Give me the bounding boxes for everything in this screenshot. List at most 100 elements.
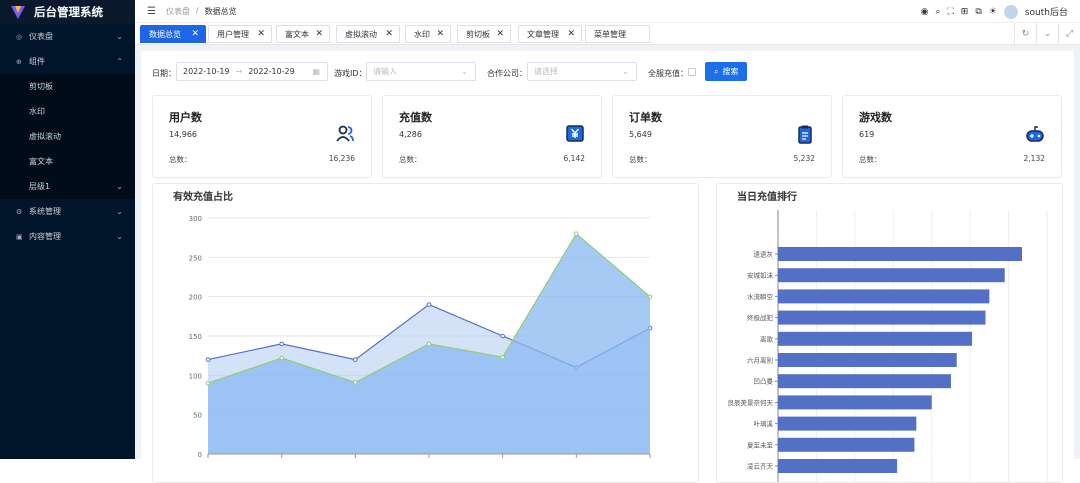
github-icon[interactable]: ◉ xyxy=(921,7,929,17)
recharge-checkbox[interactable] xyxy=(688,68,696,76)
category-label: 叶璃溪 xyxy=(754,419,774,428)
calendar-icon: ▦ xyxy=(312,67,320,76)
close-icon[interactable]: ✕ xyxy=(191,29,199,39)
chart-title: 当日充值排行 xyxy=(737,192,797,203)
gear-icon: ⚙ xyxy=(16,207,23,216)
bar xyxy=(778,331,973,346)
bar xyxy=(778,437,915,452)
sidebar-item-watermark[interactable]: 水印 xyxy=(0,99,135,124)
search-button-label: 搜索 xyxy=(722,67,739,76)
tab-virtual-scroll[interactable]: 虚拟滚动 ✕ xyxy=(336,25,400,43)
component-icon: ⊕ xyxy=(16,57,22,66)
sidebar-item-system[interactable]: ⚙ 系统管理 ⌄ xyxy=(0,199,135,224)
bar-chart-svg: 凌云齐天 夏至未至 叶璃溪 良辰美景奈何天 凹凸曼 六月离别 离歌 终极战犯 水流瞬空 安城如沫 遗… xyxy=(728,210,1048,482)
sidebar-item-clipboard[interactable]: 剪切板 xyxy=(0,74,135,99)
chevron-up-icon: ⌃ xyxy=(116,57,123,66)
close-icon[interactable]: ✕ xyxy=(567,29,575,39)
card-total-value: 6,142 xyxy=(563,154,585,163)
date-start[interactable]: 2022-10-19 xyxy=(183,67,230,76)
close-icon[interactable]: ✕ xyxy=(257,29,265,39)
chevron-down-icon: ⌄ xyxy=(622,67,629,76)
category-label: 凹凸曼 xyxy=(754,378,774,386)
data-point xyxy=(426,302,432,307)
date-end[interactable]: 2022-10-29 xyxy=(248,67,295,76)
close-icon[interactable]: ✕ xyxy=(436,29,444,39)
game-id-input[interactable]: 请输入 ⌄ xyxy=(366,62,476,81)
expand-icon[interactable]: ⤢ xyxy=(1058,23,1080,44)
chevron-down-icon: ⌄ xyxy=(116,232,123,241)
y-tick-label: 250 xyxy=(189,254,202,262)
sidebar-item-label: 仪表盘 xyxy=(29,32,53,41)
vite-logo-icon xyxy=(11,6,25,19)
tab-users[interactable]: 用户管理 ✕ xyxy=(208,25,272,43)
gamepad-icon xyxy=(1026,126,1044,142)
sidebar-item-label: 层级1 xyxy=(29,182,51,191)
yen-icon xyxy=(566,125,584,142)
tab-articles[interactable]: 文章管理 ✕ xyxy=(518,25,582,43)
tab-rich-text[interactable]: 富文本 ✕ xyxy=(276,25,330,43)
tab-watermark[interactable]: 水印 ✕ xyxy=(405,25,451,43)
bar xyxy=(778,310,986,325)
sidebar-item-components[interactable]: ⊕ 组件 ⌃ xyxy=(0,49,135,74)
tab-clipboard[interactable]: 剪切板 ✕ xyxy=(457,25,511,43)
user-name[interactable]: south后台 xyxy=(1025,5,1068,18)
sidebar-item-label: 内容管理 xyxy=(29,232,61,241)
users-icon xyxy=(336,125,354,142)
breadcrumb-item[interactable]: 仪表盘 xyxy=(166,6,190,17)
category-label: 安城如沫 xyxy=(747,271,774,280)
breadcrumb: 仪表盘 / 数据总览 xyxy=(166,6,237,17)
sidebar-item-content[interactable]: ▣ 内容管理 ⌄ xyxy=(0,224,135,249)
category-label: 水流瞬空 xyxy=(747,292,774,301)
sidebar-item-label: 富文本 xyxy=(29,157,53,166)
date-separator: → xyxy=(235,67,243,76)
card-value: 619 xyxy=(859,130,875,139)
close-icon[interactable]: ✕ xyxy=(385,29,393,39)
avatar[interactable] xyxy=(1003,4,1018,19)
y-tick-label: 50 xyxy=(193,412,202,420)
sidebar-item-label: 虚拟滚动 xyxy=(29,132,61,141)
stat-card-orders: 订单数 5,649 总数： 5,232 xyxy=(612,95,832,178)
breadcrumb-separator: / xyxy=(195,5,199,15)
sidebar-item-virtual-scroll[interactable]: 虚拟滚动 xyxy=(0,124,135,149)
dashboard-icon: ◎ xyxy=(16,32,23,41)
translate-icon[interactable]: ⧉ xyxy=(975,7,981,17)
company-select[interactable]: 请选择 ⌄ xyxy=(527,62,637,81)
tab-overview[interactable]: 数据总览 ✕ xyxy=(140,25,206,43)
card-title: 游戏数 xyxy=(859,111,892,124)
data-point xyxy=(647,294,653,299)
tab-menus[interactable]: 菜单管理 xyxy=(585,25,650,43)
fullscreen-icon[interactable]: ⛶ xyxy=(947,7,953,17)
card-value: 5,649 xyxy=(629,130,652,139)
sidebar-item-level1[interactable]: 层级1 ⌄ xyxy=(0,174,135,199)
card-title: 充值数 xyxy=(399,111,432,124)
y-tick-label: 0 xyxy=(198,451,202,459)
company-label: 合作公司： xyxy=(487,69,527,78)
data-point xyxy=(574,231,579,237)
clipboard-icon xyxy=(798,125,812,144)
category-label: 六月离别 xyxy=(747,356,773,365)
sidebar-item-dashboard[interactable]: ◎ 仪表盘 ⌄ xyxy=(0,24,135,49)
tab-label: 文章管理 xyxy=(527,29,559,39)
menu-toggle-icon[interactable]: ☰ xyxy=(147,6,156,17)
refresh-icon[interactable]: ↻ xyxy=(1014,23,1036,44)
search-icon[interactable]: ⌕ xyxy=(935,7,940,17)
sidebar-item-rich-text[interactable]: 富文本 xyxy=(0,149,135,174)
chevron-down-icon[interactable]: ⌄ xyxy=(1036,23,1058,44)
stat-card-games: 游戏数 619 总数： 2,132 xyxy=(842,95,1062,178)
date-range-picker[interactable]: 2022-10-19 → 2022-10-29 ▦ xyxy=(176,62,328,81)
theme-sun-icon[interactable]: ☀ xyxy=(989,7,997,17)
bar xyxy=(778,268,1005,283)
close-icon[interactable]: ✕ xyxy=(496,29,504,39)
close-icon[interactable]: ✕ xyxy=(315,29,323,39)
app-logo[interactable]: 后台管理系统 xyxy=(0,0,135,24)
chevron-down-icon: ⌄ xyxy=(116,182,123,191)
chevron-down-icon: ⌄ xyxy=(116,32,123,41)
category-label: 终极战犯 xyxy=(747,313,774,322)
chevron-down-icon: ⌄ xyxy=(461,67,468,76)
bar xyxy=(778,374,951,389)
game-id-label: 游戏ID： xyxy=(334,69,367,78)
sidebar-submenu: 剪切板 水印 虚拟滚动 富文本 层级1 ⌄ xyxy=(0,74,135,199)
bar xyxy=(778,416,917,431)
search-button[interactable]: ⌕ 搜索 xyxy=(705,62,748,81)
layout-icon[interactable]: ⊞ xyxy=(961,7,969,17)
